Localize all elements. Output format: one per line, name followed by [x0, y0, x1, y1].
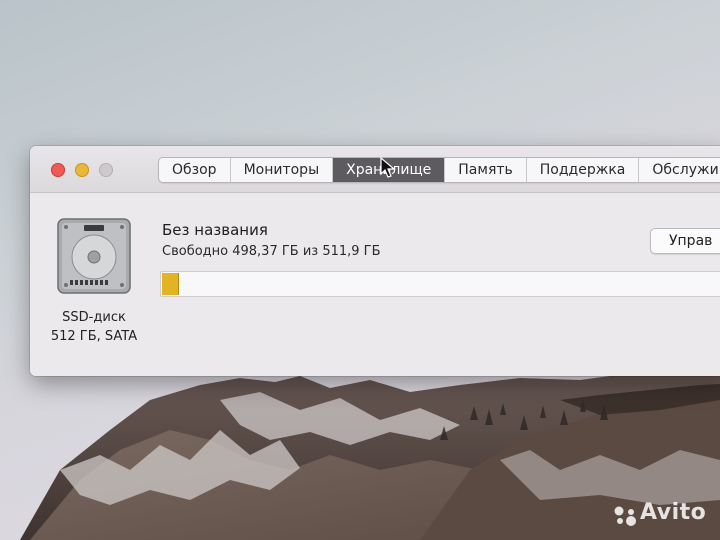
disk-spec-label: 512 ГБ, SATA [50, 329, 138, 344]
disk-type-label: SSD-диск [62, 310, 126, 325]
hard-drive-icon [57, 218, 131, 294]
close-window-button[interactable] [51, 163, 65, 177]
volume-free-space: Свободно 498,37 ГБ из 511,9 ГБ [162, 244, 381, 259]
minimize-window-button[interactable] [75, 163, 89, 177]
avito-watermark: Avito [640, 500, 707, 525]
storage-usage-bar [160, 271, 720, 297]
tab-overview[interactable]: Обзор [159, 158, 231, 182]
mouse-pointer-icon [380, 157, 396, 178]
storage-panel: SSD-диск 512 ГБ, SATA Без названия Свобо… [30, 193, 720, 376]
zoom-window-button[interactable] [99, 163, 113, 177]
manage-button[interactable]: Управ [650, 228, 720, 254]
tab-service[interactable]: Обслужи [639, 158, 720, 182]
system-info-window: Обзор Мониторы Хранилище Память Поддержк… [30, 146, 720, 376]
storage-used-segment[interactable] [162, 273, 179, 295]
avito-logo-icon [614, 506, 636, 526]
tab-memory[interactable]: Память [445, 158, 527, 182]
volume-name: Без названия [162, 221, 268, 239]
tab-displays[interactable]: Мониторы [231, 158, 334, 182]
tab-bar: Обзор Мониторы Хранилище Память Поддержк… [158, 157, 720, 183]
title-bar: Обзор Мониторы Хранилище Память Поддержк… [30, 146, 720, 193]
tab-support[interactable]: Поддержка [527, 158, 640, 182]
